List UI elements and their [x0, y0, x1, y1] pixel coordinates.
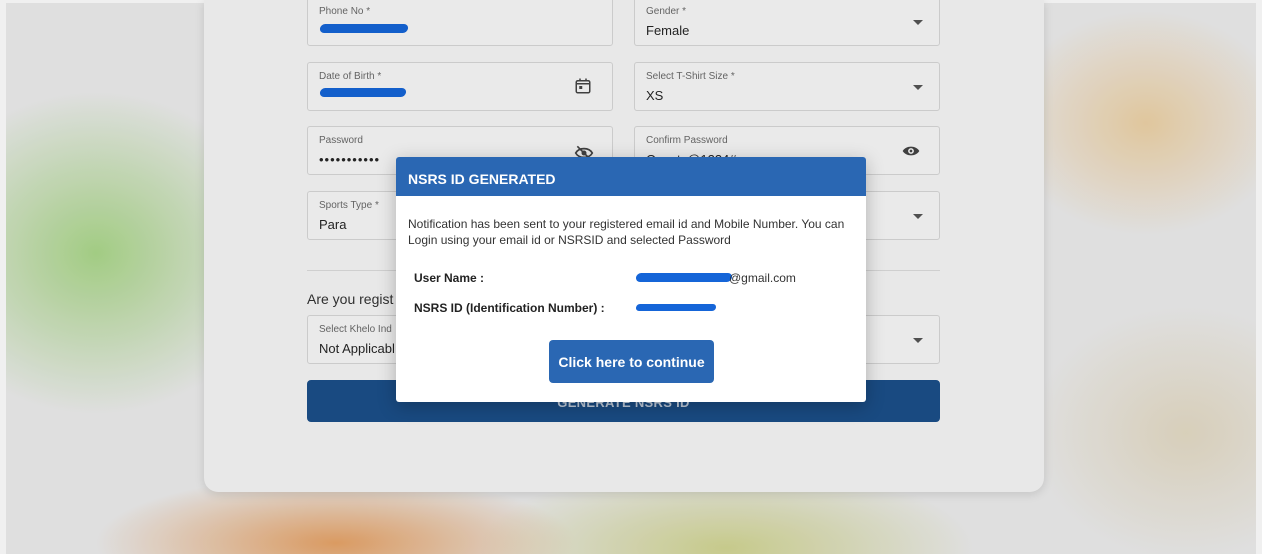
modal-title: NSRS ID GENERATED [396, 157, 866, 196]
username-label: User Name : [414, 271, 485, 285]
username-redaction [635, 273, 733, 282]
nsrs-id-modal: NSRS ID GENERATED Notification has been … [396, 157, 866, 402]
nsrs-id-redaction [635, 304, 717, 311]
username-suffix: @gmail.com [729, 271, 796, 285]
modal-message: Notification has been sent to your regis… [408, 217, 845, 247]
nsrs-id-label: NSRS ID (Identification Number) : [414, 301, 605, 315]
continue-button[interactable]: Click here to continue [549, 340, 714, 383]
